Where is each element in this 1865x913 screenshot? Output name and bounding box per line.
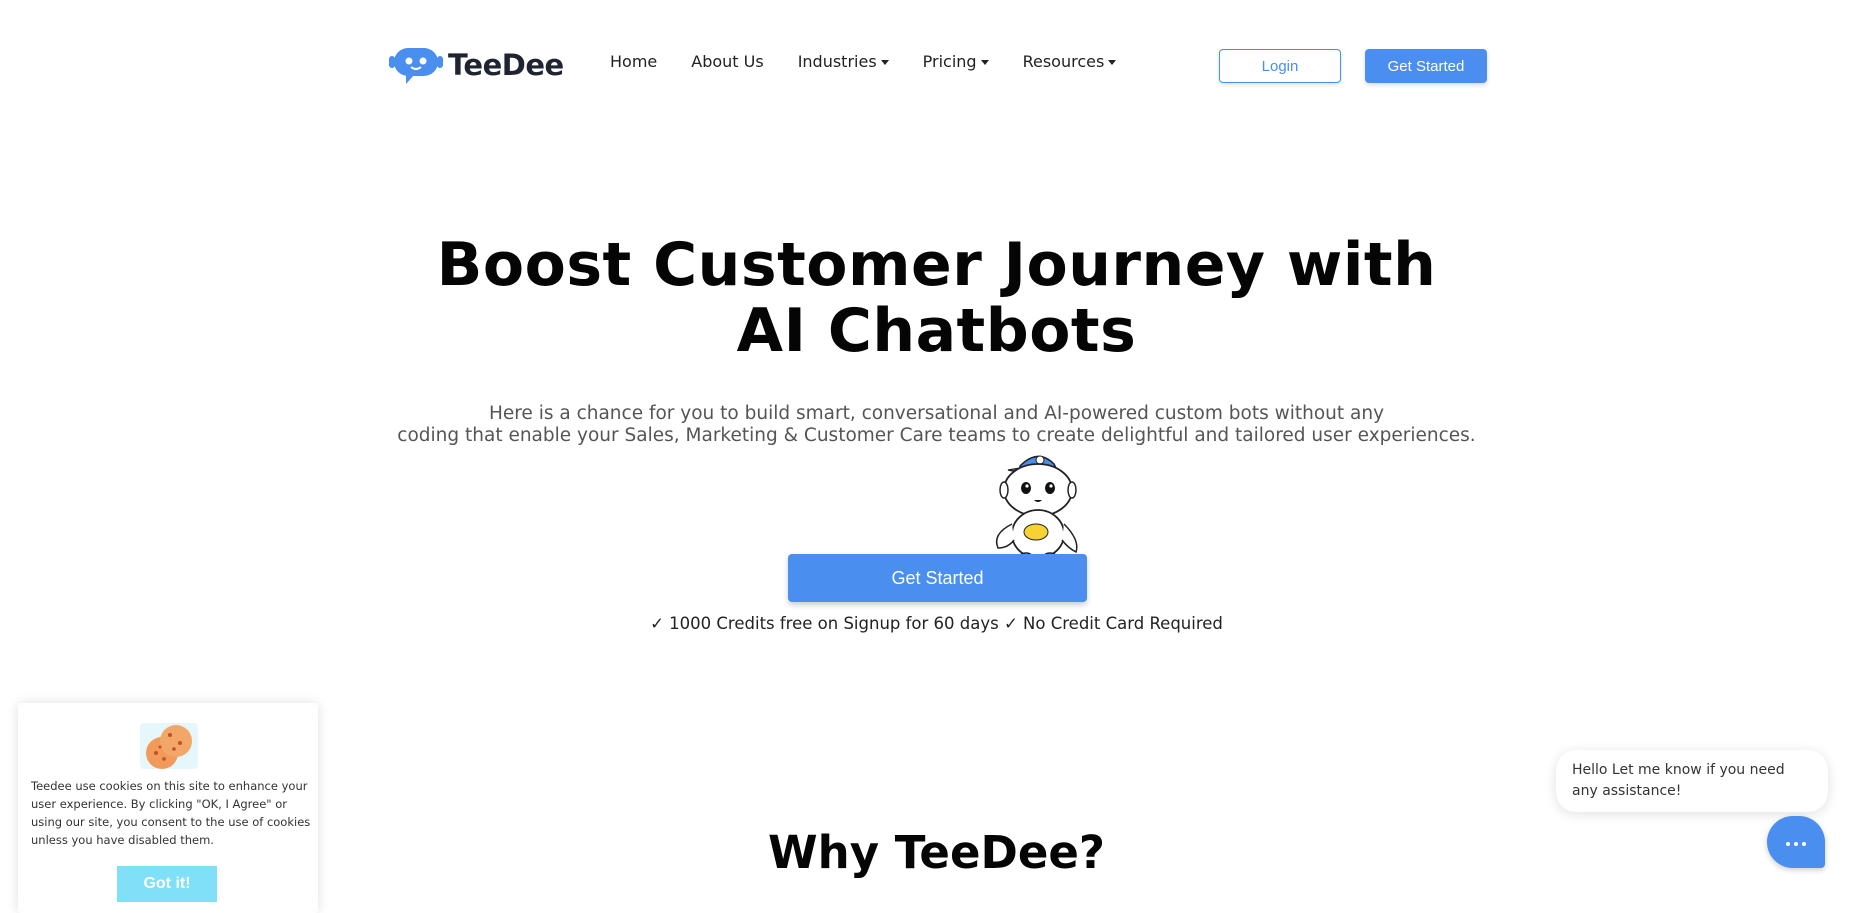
nav-item-pricing[interactable]: Pricing <box>923 52 989 71</box>
cookie-message: Teedee use cookies on this site to enhan… <box>31 779 311 847</box>
hero-subtitle-line: coding that enable your Sales, Marketing… <box>397 425 1476 446</box>
main-menu: Home About Us Industries Pricing Resourc… <box>610 52 1150 71</box>
nav-item-label: About Us <box>691 52 764 71</box>
hero-get-started-button[interactable]: Get Started <box>788 554 1087 602</box>
brand-logo[interactable]: TeeDee <box>388 44 564 86</box>
caret-down-icon <box>880 59 889 65</box>
hero-subtitle: Here is a chance for you to build smart,… <box>0 403 1865 447</box>
caret-down-icon <box>980 59 989 65</box>
nav-item-home[interactable]: Home <box>610 52 657 71</box>
cookie-consent-banner: Teedee use cookies on this site to enhan… <box>18 703 318 913</box>
nav-item-label: Home <box>610 52 658 71</box>
chat-greeting-bubble[interactable]: Hello Let me know if you need any assist… <box>1556 750 1828 812</box>
robot-mascot-illustration <box>990 444 1086 568</box>
nav-item-label: Pricing <box>922 52 977 71</box>
nav-item-about-us[interactable]: About Us <box>691 52 763 71</box>
hero-title-line: AI Chatbots <box>736 296 1137 366</box>
chat-dots-icon <box>1784 833 1808 851</box>
nav-item-industries[interactable]: Industries <box>798 52 889 71</box>
nav-item-label: Industries <box>797 52 877 71</box>
cookie-accept-button[interactable]: Got it! <box>117 866 217 902</box>
hero-title: Boost Customer Journey with AI Chatbots <box>0 232 1865 364</box>
nav-item-resources[interactable]: Resources <box>1023 52 1117 71</box>
nav-item-label: Resources <box>1022 52 1105 71</box>
hero-subtitle-line: Here is a chance for you to build smart,… <box>488 403 1385 424</box>
chat-launcher-button[interactable] <box>1767 816 1825 868</box>
login-button[interactable]: Login <box>1219 49 1341 83</box>
caret-down-icon <box>1108 59 1117 65</box>
hero-title-line: Boost Customer Journey with <box>436 230 1437 300</box>
header-get-started-button[interactable]: Get Started <box>1365 49 1487 83</box>
cookie-icon <box>136 713 202 779</box>
signup-perks: ✓ 1000 Credits free on Signup for 60 day… <box>650 614 1223 633</box>
brand-name: TeeDee <box>448 48 564 82</box>
robot-logo-icon <box>388 44 444 86</box>
top-navigation: TeeDee Home About Us Industries Pricing … <box>0 0 1865 130</box>
